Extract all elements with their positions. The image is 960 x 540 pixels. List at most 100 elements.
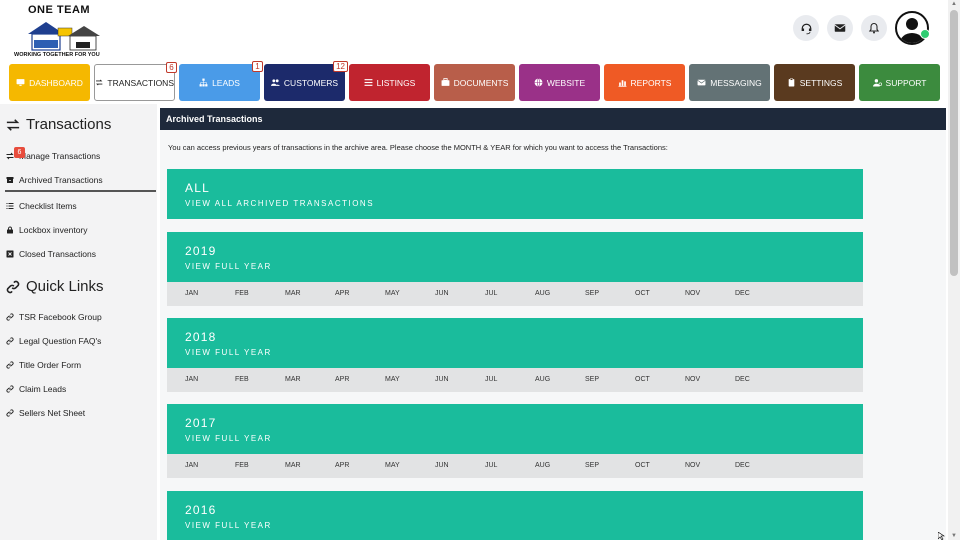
envelope-icon: [697, 79, 706, 86]
nav-messaging-label: MESSAGING: [710, 77, 762, 88]
list-icon: [6, 203, 14, 209]
month-link[interactable]: MAY: [385, 462, 400, 469]
nav-website[interactable]: WEBSITE: [519, 64, 600, 101]
monitor-icon: [16, 79, 25, 86]
month-link[interactable]: JUN: [435, 290, 449, 297]
month-link[interactable]: OCT: [635, 290, 650, 297]
nav-listings-label: LISTINGS: [376, 77, 416, 88]
user-avatar-icon[interactable]: [895, 11, 929, 45]
mail-icon[interactable]: [827, 15, 853, 41]
sidebar: Transactions Manage Transactions Archive…: [0, 104, 157, 540]
one-team-logo[interactable]: ONE TEAM WORKING TOGETHER FOR YOU: [14, 4, 106, 60]
month-link[interactable]: JAN: [185, 462, 198, 469]
nav-customers[interactable]: CUSTOMERS 12: [264, 61, 348, 101]
bell-icon[interactable]: [861, 15, 887, 41]
month-link[interactable]: JUL: [485, 462, 497, 469]
month-link[interactable]: OCT: [635, 462, 650, 469]
quick-link-sellers-net-sheet[interactable]: Sellers Net Sheet: [6, 408, 85, 418]
quick-link-label: Sellers Net Sheet: [19, 408, 86, 418]
month-link[interactable]: DEC: [735, 462, 750, 469]
scroll-up-arrow-icon[interactable]: ▲: [950, 0, 958, 8]
month-link[interactable]: MAR: [285, 462, 301, 469]
top-header: ONE TEAM WORKING TOGETHER FOR YOU: [0, 0, 948, 62]
nav-leads[interactable]: LEADS 1: [179, 61, 263, 101]
month-link[interactable]: JUL: [485, 290, 497, 297]
month-link[interactable]: NOV: [685, 462, 700, 469]
nav-messaging[interactable]: MESSAGING: [689, 64, 770, 101]
sidebar-heading-quick-links: Quick Links: [6, 278, 104, 295]
sidebar-item-label: Lockbox inventory: [19, 225, 88, 235]
archive-year-title: 2016: [185, 503, 217, 517]
quick-link-title-order-form[interactable]: Title Order Form: [6, 360, 81, 370]
nav-documents[interactable]: DOCUMENTS: [434, 64, 515, 101]
month-link[interactable]: AUG: [535, 376, 550, 383]
month-link[interactable]: FEB: [235, 462, 249, 469]
view-full-year-link[interactable]: VIEW FULL YEAR: [185, 521, 272, 530]
month-link[interactable]: AUG: [535, 290, 550, 297]
archive-year-card[interactable]: 2016VIEW FULL YEARJANFEBMARAPRMAYJUNJULA…: [167, 491, 863, 540]
archive-all-card[interactable]: ALL VIEW ALL ARCHIVED TRANSACTIONS: [167, 169, 863, 219]
view-all-archived-link[interactable]: VIEW ALL ARCHIVED TRANSACTIONS: [185, 199, 374, 208]
month-link[interactable]: MAR: [285, 290, 301, 297]
sidebar-item-archived-transactions[interactable]: Archived Transactions: [6, 175, 103, 185]
archive-year-card[interactable]: 2019 VIEW FULL YEAR JAN FEB MAR APR MAY JUN JUL A…: [167, 232, 863, 306]
month-link[interactable]: JUN: [435, 376, 449, 383]
quick-link-tsr-facebook-group[interactable]: TSR Facebook Group: [6, 312, 102, 322]
view-full-year-link[interactable]: VIEW FULL YEAR: [185, 434, 272, 443]
archive-all-bar[interactable]: ALL VIEW ALL ARCHIVED TRANSACTIONS: [167, 169, 863, 219]
month-link[interactable]: APR: [335, 290, 349, 297]
scroll-down-arrow-icon[interactable]: ▼: [950, 532, 958, 540]
lock-icon: [7, 226, 13, 234]
nav-dashboard[interactable]: DASHBOARD: [9, 64, 90, 101]
quick-link-claim-leads[interactable]: Claim Leads: [6, 384, 66, 394]
list-icon: [364, 79, 373, 86]
nav-settings[interactable]: SETTINGS: [774, 64, 855, 101]
link-icon: [6, 385, 14, 393]
month-link[interactable]: MAY: [385, 290, 400, 297]
scroll-thumb[interactable]: [950, 10, 958, 276]
link-icon: [6, 337, 14, 345]
nav-listings[interactable]: LISTINGS: [349, 64, 430, 101]
chart-icon: [618, 80, 626, 87]
month-link[interactable]: SEP: [585, 462, 599, 469]
quick-link-legal-question-faqs[interactable]: Legal Question FAQ's: [6, 336, 101, 346]
month-link[interactable]: DEC: [735, 376, 750, 383]
month-link[interactable]: AUG: [535, 462, 550, 469]
sidebar-item-checklist-items[interactable]: Checklist Items: [6, 201, 77, 211]
nav-support[interactable]: SUPPORT: [859, 64, 940, 101]
month-link[interactable]: JUL: [485, 376, 497, 383]
view-full-year-link[interactable]: VIEW FULL YEAR: [185, 262, 272, 271]
month-link[interactable]: MAR: [285, 376, 301, 383]
clipboard-icon: [788, 78, 795, 87]
month-link[interactable]: APR: [335, 376, 349, 383]
view-full-year-link[interactable]: VIEW FULL YEAR: [185, 348, 272, 357]
month-link[interactable]: NOV: [685, 376, 700, 383]
month-link[interactable]: MAY: [385, 376, 400, 383]
month-link[interactable]: JAN: [185, 376, 198, 383]
month-link[interactable]: DEC: [735, 290, 750, 297]
archive-year-card[interactable]: 2017 VIEW FULL YEAR JAN FEB MAR APR MAY JUN JUL A…: [167, 404, 863, 478]
month-link[interactable]: NOV: [685, 290, 700, 297]
nav-documents-label: DOCUMENTS: [453, 77, 509, 88]
headset-icon[interactable]: [793, 15, 819, 41]
archive-year-bar[interactable]: 2018 VIEW FULL YEAR: [167, 318, 863, 368]
archive-year-card[interactable]: 2018 VIEW FULL YEAR JAN FEB MAR APR MAY JUN JUL A…: [167, 318, 863, 392]
archive-year-bar[interactable]: 2019 VIEW FULL YEAR: [167, 232, 863, 282]
nav-transactions[interactable]: TRANSACTIONS 6: [94, 62, 177, 101]
page-scrollbar[interactable]: ▲ ▼: [948, 0, 960, 540]
month-link[interactable]: APR: [335, 462, 349, 469]
month-link[interactable]: SEP: [585, 376, 599, 383]
month-link[interactable]: FEB: [235, 290, 249, 297]
archive-year-bar[interactable]: 2016 VIEW FULL YEAR: [167, 491, 863, 540]
month-link[interactable]: FEB: [235, 376, 249, 383]
sidebar-item-closed-transactions[interactable]: Closed Transactions: [6, 249, 96, 259]
nav-reports[interactable]: REPORTS: [604, 64, 685, 101]
month-link[interactable]: JAN: [185, 290, 198, 297]
month-link[interactable]: SEP: [585, 290, 599, 297]
sidebar-item-lockbox-inventory[interactable]: Lockbox inventory: [6, 225, 88, 235]
sidebar-item-label: Archived Transactions: [19, 175, 103, 185]
nav-dashboard-label: DASHBOARD: [29, 77, 83, 88]
archive-year-bar[interactable]: 2017 VIEW FULL YEAR: [167, 404, 863, 454]
month-link[interactable]: JUN: [435, 462, 449, 469]
month-link[interactable]: OCT: [635, 376, 650, 383]
